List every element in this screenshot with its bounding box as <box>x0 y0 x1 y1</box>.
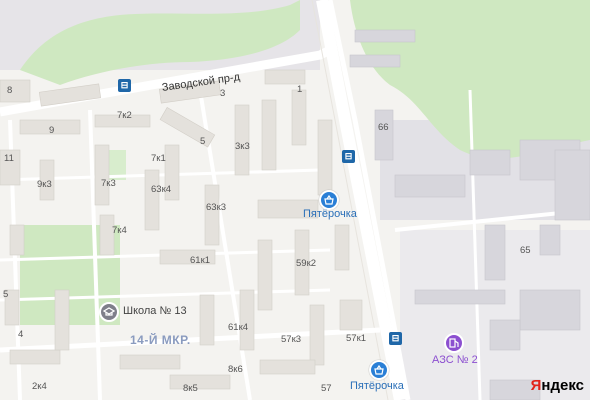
building-number: 63к3 <box>206 202 227 213</box>
poi-label-pyaterochka[interactable]: Пятёрочка <box>303 208 357 220</box>
district-label: 14-Й МКР. <box>130 333 191 347</box>
building-number: 9к3 <box>37 179 52 190</box>
building-number: 11 <box>4 153 14 164</box>
poi-label-pyaterochka[interactable]: Пятёрочка <box>350 380 404 392</box>
building-number: 5 <box>3 289 9 300</box>
map[interactable]: Заводской пр-д ⊟ ⊟ ⊟ 8 3 1 7к2 9 66 5 3к… <box>0 0 590 400</box>
building-number: 61к4 <box>228 322 249 333</box>
bus-stop-icon[interactable]: ⊟ <box>389 332 402 345</box>
building-number: 57к3 <box>281 334 302 345</box>
school-icon[interactable] <box>99 302 119 322</box>
poi-label-school[interactable]: Школа № 13 <box>123 305 187 317</box>
building-number: 7к1 <box>151 153 166 164</box>
building-number: 8к6 <box>228 364 243 375</box>
bus-stop-icon[interactable]: ⊟ <box>342 150 355 163</box>
building-number: 7к2 <box>117 110 132 121</box>
poi-label-fuel[interactable]: АЗС № 2 <box>432 354 478 366</box>
building-number: 7к3 <box>101 178 116 189</box>
building-number: 5 <box>200 136 206 147</box>
building-number: 63к4 <box>151 184 172 195</box>
building-number: 4 <box>18 329 24 340</box>
building-number: 3 <box>220 88 226 99</box>
building-number: 65 <box>520 245 531 256</box>
bus-stop-icon[interactable]: ⊟ <box>118 79 131 92</box>
building-number: 2к4 <box>32 381 47 392</box>
building-number: 9 <box>49 125 55 136</box>
building-number: 61к1 <box>190 255 211 266</box>
building-number: 66 <box>378 122 389 133</box>
yandex-logo[interactable]: Яндекс <box>531 377 584 394</box>
building-number: 8 <box>7 85 13 96</box>
building-number: 57к1 <box>346 333 367 344</box>
building-number: 1 <box>297 84 303 95</box>
building-number: 59к2 <box>296 258 317 269</box>
building-number: 8к5 <box>183 383 198 394</box>
building-number: 57 <box>321 383 332 394</box>
shopping-basket-icon[interactable] <box>319 190 339 210</box>
fuel-icon[interactable] <box>444 333 464 353</box>
building-number: 7к4 <box>112 225 127 236</box>
building-number: 3к3 <box>235 141 250 152</box>
shopping-basket-icon[interactable] <box>369 360 389 380</box>
